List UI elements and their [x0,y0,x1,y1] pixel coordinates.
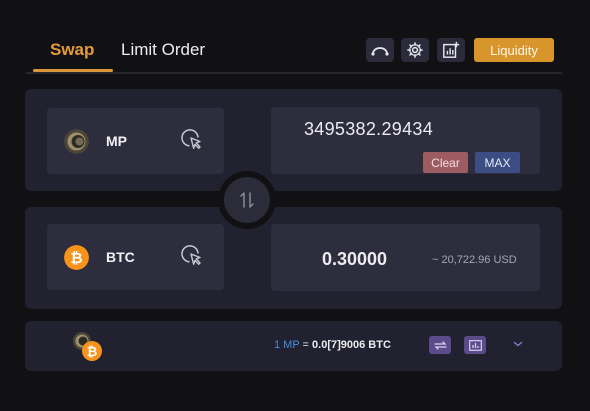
settings-button[interactable] [401,38,429,62]
svg-text:₿: ₿ [70,250,82,267]
tab-limit-order[interactable]: Limit Order [121,40,205,60]
swap-direction-inner [224,177,270,223]
from-amount-value: 3495382.29434 [304,119,434,139]
to-amount-value: 0.30000 [322,249,388,269]
svg-text:₿: ₿ [87,344,98,359]
to-token-symbol: BTC [106,249,135,265]
to-amount-field[interactable]: 0.30000 ~ 20,722.96 USD [271,224,540,291]
from-token-selector[interactable]: MP [47,108,224,174]
from-amount-field[interactable]: 3495382.29434 Clear MAX [271,107,540,174]
pointer-select-icon [181,129,201,149]
rate-panel: ₿ 1 MP = 0.0[7]9006 BTC [25,321,562,371]
mp-token-icon [64,129,89,154]
usd-estimate: ~ 20,722.96 USD [432,254,517,266]
add-chart-button[interactable] [437,38,465,62]
invert-rate-button[interactable] [429,336,451,354]
chevron-down-icon[interactable] [513,340,523,348]
repeat-icon [433,340,447,350]
route-button[interactable] [366,38,394,62]
rate-rhs: 0.0[7]9006 BTC [312,339,391,351]
to-panel: ₿ BTC 0.30000 ~ 20,722.96 USD [25,207,562,309]
clear-button[interactable]: Clear [423,152,468,173]
swap-arrows-icon [240,192,254,208]
pair-icon: ₿ [73,332,102,361]
from-token-symbol: MP [106,133,127,149]
btc-token-icon: ₿ [64,245,89,270]
pointer-select-icon [181,245,201,265]
tab-swap[interactable]: Swap [50,40,94,60]
price-chart-button[interactable] [464,336,486,354]
max-button[interactable]: MAX [475,152,520,173]
chart-add-icon [443,41,460,58]
liquidity-button[interactable]: Liquidity [474,38,554,62]
top-bar: Swap Limit Order Liquidity [26,28,562,74]
swap-direction-button[interactable] [218,171,276,229]
rate-lhs: 1 MP [274,339,300,351]
exchange-rate: 1 MP = 0.0[7]9006 BTC [274,339,391,351]
bar-chart-icon [468,339,482,351]
from-panel: MP 3495382.29434 Clear MAX [25,89,562,191]
rate-equals: = [299,339,313,351]
active-tab-indicator [33,69,113,72]
to-token-selector[interactable]: ₿ BTC [47,224,224,290]
gear-icon [407,42,423,58]
route-icon [371,47,389,56]
